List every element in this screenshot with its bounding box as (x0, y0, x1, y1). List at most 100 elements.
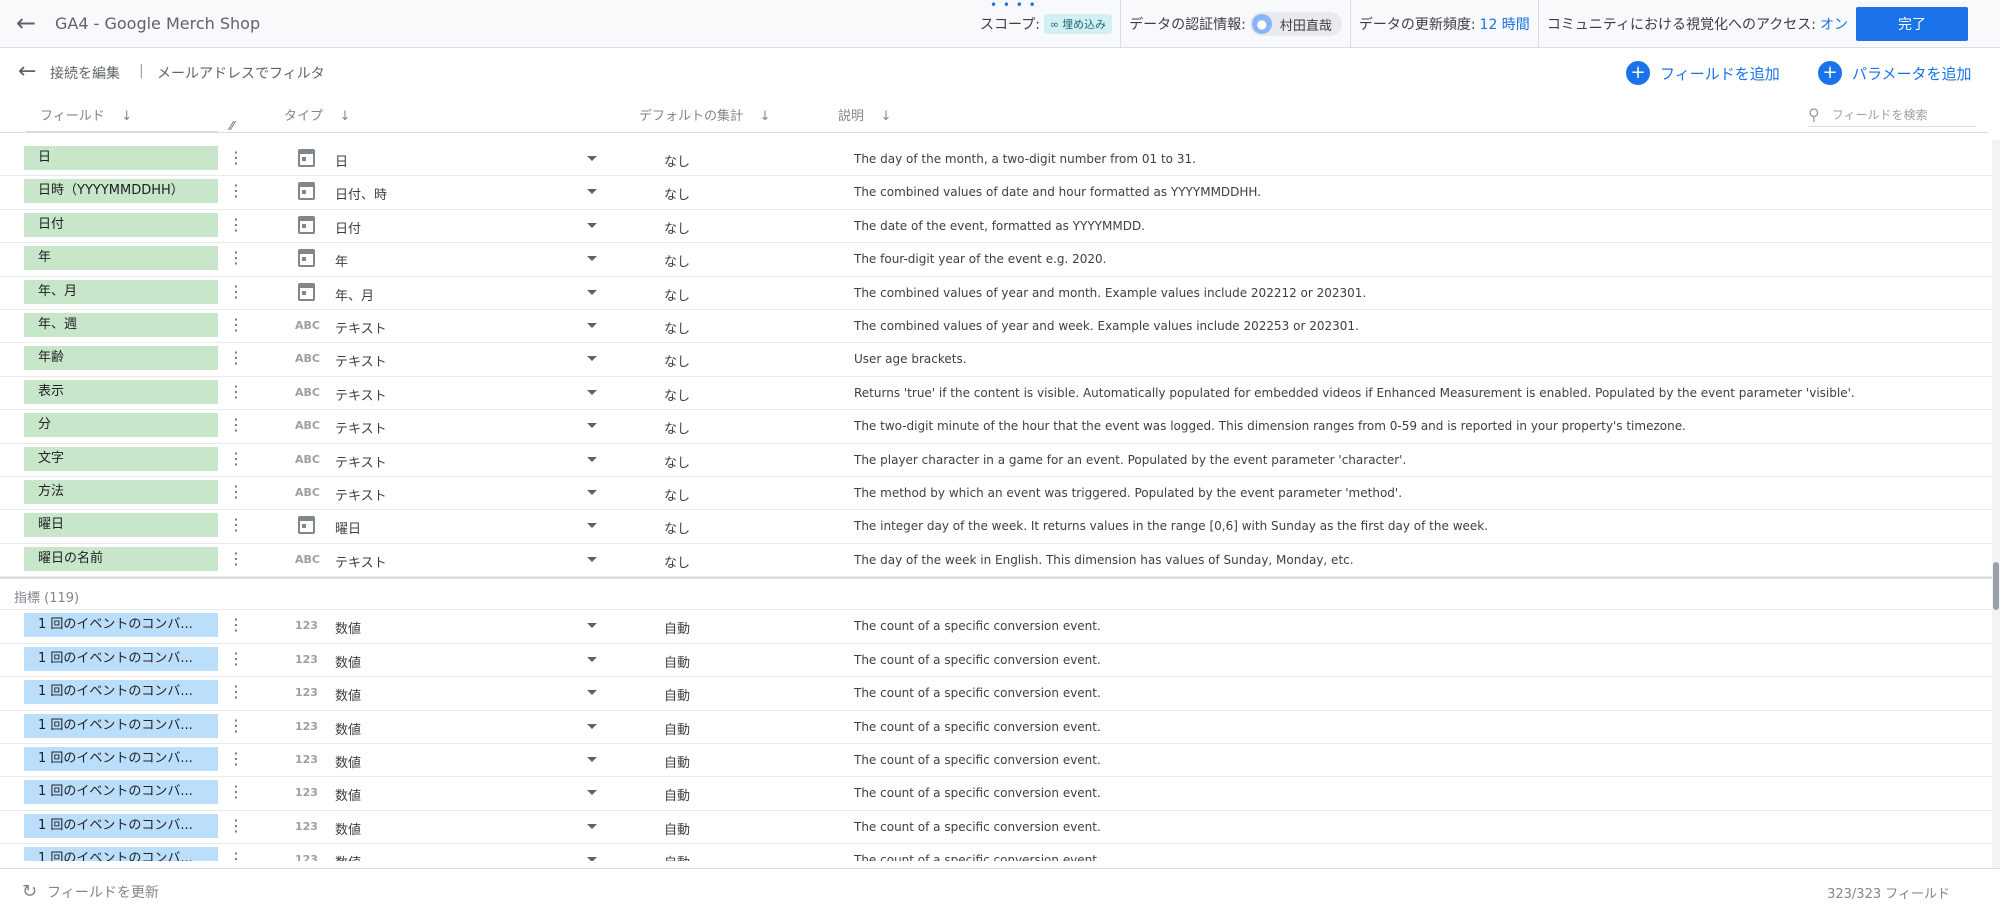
more-vert-icon[interactable]: ⋮ (228, 549, 244, 569)
dropdown-arrow-icon[interactable] (587, 256, 597, 262)
field-description[interactable]: The count of a specific conversion event… (854, 820, 1101, 834)
dropdown-arrow-icon[interactable] (587, 857, 597, 861)
aggregation-value[interactable]: 自動 (664, 785, 690, 804)
aggregation-value[interactable]: なし (664, 452, 690, 471)
refresh-frequency-link[interactable]: 12 時間 (1480, 14, 1530, 34)
column-resize-icon[interactable]: ⁄⁄ (230, 119, 234, 133)
field-name-chip[interactable]: 1 回のイベントのコンバ... (24, 813, 218, 838)
more-vert-icon[interactable]: ⋮ (228, 248, 244, 268)
sort-arrow-icon[interactable]: ↓ (881, 109, 892, 124)
field-type-select[interactable]: 数値 (335, 752, 361, 771)
column-header-type[interactable]: タイプ ↓ (284, 105, 350, 124)
dropdown-arrow-icon[interactable] (587, 189, 597, 195)
field-type-select[interactable]: テキスト (335, 552, 387, 571)
field-description[interactable]: The combined values of year and week. Ex… (854, 319, 1359, 333)
more-vert-icon[interactable]: ⋮ (228, 749, 244, 769)
more-vert-icon[interactable]: ⋮ (228, 782, 244, 802)
more-vert-icon[interactable]: ⋮ (228, 849, 244, 861)
field-description[interactable]: The method by which an event was trigger… (854, 486, 1402, 500)
field-description[interactable]: The two-digit minute of the hour that th… (854, 419, 1686, 433)
more-vert-icon[interactable]: ⋮ (228, 282, 244, 302)
field-name-chip[interactable]: 曜日の名前 (24, 546, 218, 571)
more-vert-icon[interactable]: ⋮ (228, 148, 244, 168)
field-type-select[interactable]: 年、月 (335, 285, 374, 304)
field-name-chip[interactable]: 1 回のイベントのコンバ... (24, 847, 218, 861)
field-name-chip[interactable]: 日付 (24, 212, 218, 237)
field-name-chip[interactable]: 年、月 (24, 279, 218, 304)
field-type-select[interactable]: 曜日 (335, 518, 361, 537)
more-vert-icon[interactable]: ⋮ (228, 315, 244, 335)
dropdown-arrow-icon[interactable] (587, 322, 597, 328)
field-description[interactable]: The count of a specific conversion event… (854, 686, 1101, 700)
dropdown-arrow-icon[interactable] (587, 356, 597, 362)
dropdown-arrow-icon[interactable] (587, 656, 597, 662)
dropdown-arrow-icon[interactable] (587, 723, 597, 729)
field-name-chip[interactable]: 1 回のイベントのコンバ... (24, 747, 218, 772)
aggregation-value[interactable]: 自動 (664, 652, 690, 671)
more-vert-icon[interactable]: ⋮ (228, 415, 244, 435)
field-description[interactable]: Returns 'true' if the content is visible… (854, 386, 1855, 400)
field-description[interactable]: The date of the event, formatted as YYYY… (854, 219, 1145, 233)
sort-arrow-icon[interactable]: ↓ (340, 109, 351, 124)
scrollbar[interactable] (1992, 140, 2000, 868)
field-name-chip[interactable]: 1 回のイベントのコンバ... (24, 680, 218, 705)
field-description[interactable]: The four-digit year of the event e.g. 20… (854, 252, 1107, 266)
dropdown-arrow-icon[interactable] (587, 556, 597, 562)
field-name-chip[interactable]: 年 (24, 246, 218, 271)
field-type-select[interactable]: テキスト (335, 318, 387, 337)
field-name-chip[interactable]: 文字 (24, 446, 218, 471)
field-type-select[interactable]: 数値 (335, 719, 361, 738)
more-vert-icon[interactable]: ⋮ (228, 449, 244, 469)
field-name-chip[interactable]: 曜日 (24, 513, 218, 538)
more-vert-icon[interactable]: ⋮ (228, 682, 244, 702)
more-vert-icon[interactable]: ⋮ (228, 716, 244, 736)
sort-arrow-icon[interactable]: ↓ (121, 109, 132, 124)
field-type-select[interactable]: テキスト (335, 351, 387, 370)
back-arrow-icon[interactable]: ← (18, 59, 36, 84)
dropdown-arrow-icon[interactable] (587, 690, 597, 696)
dropdown-arrow-icon[interactable] (587, 156, 597, 161)
column-header-field[interactable]: フィールド ↓ (40, 105, 132, 124)
field-name-chip[interactable]: 1 回のイベントのコンバ... (24, 713, 218, 738)
field-type-select[interactable]: テキスト (335, 485, 387, 504)
aggregation-value[interactable]: なし (664, 251, 690, 270)
field-type-select[interactable]: テキスト (335, 418, 387, 437)
column-header-aggregation[interactable]: デフォルトの集計 ↓ (639, 105, 770, 124)
more-vert-icon[interactable]: ⋮ (228, 816, 244, 836)
dropdown-arrow-icon[interactable] (587, 523, 597, 529)
aggregation-value[interactable]: なし (664, 518, 690, 537)
dropdown-arrow-icon[interactable] (587, 757, 597, 763)
more-vert-icon[interactable]: ⋮ (228, 382, 244, 402)
more-vert-icon[interactable]: ⋮ (228, 348, 244, 368)
field-description[interactable]: The integer day of the week. It returns … (854, 519, 1488, 533)
dropdown-arrow-icon[interactable] (587, 423, 597, 429)
aggregation-value[interactable]: なし (664, 218, 690, 237)
sort-arrow-icon[interactable]: ↓ (760, 109, 771, 124)
field-type-select[interactable]: テキスト (335, 385, 387, 404)
aggregation-value[interactable]: 自動 (664, 719, 690, 738)
aggregation-value[interactable]: 自動 (664, 752, 690, 771)
scope-chip[interactable]: ∞ 埋め込み (1043, 14, 1113, 34)
edit-connection-link[interactable]: 接続を編集 (50, 63, 120, 83)
field-type-select[interactable]: 数値 (335, 819, 361, 838)
filter-by-email-link[interactable]: メールアドレスでフィルタ (157, 63, 325, 83)
field-type-select[interactable]: 年 (335, 251, 348, 270)
add-field-button[interactable]: + フィールドを追加 (1626, 61, 1780, 85)
field-name-chip[interactable]: 方法 (24, 479, 218, 504)
field-name-chip[interactable]: 1 回のイベントのコンバ... (24, 613, 218, 638)
field-type-select[interactable]: テキスト (335, 452, 387, 471)
dropdown-arrow-icon[interactable] (587, 489, 597, 495)
credentials-user-chip[interactable]: ● 村田直哉 (1249, 12, 1342, 36)
field-name-chip[interactable]: 1 回のイベントのコンバ... (24, 646, 218, 671)
aggregation-value[interactable]: なし (664, 385, 690, 404)
field-description[interactable]: The day of the month, a two-digit number… (854, 152, 1196, 166)
aggregation-value[interactable]: 自動 (664, 685, 690, 704)
field-description[interactable]: The count of a specific conversion event… (854, 786, 1101, 800)
aggregation-value[interactable]: なし (664, 318, 690, 337)
aggregation-value[interactable]: なし (664, 418, 690, 437)
field-type-select[interactable]: 数値 (335, 852, 361, 861)
add-parameter-button[interactable]: + パラメータを追加 (1818, 61, 1972, 85)
more-vert-icon[interactable]: ⋮ (228, 482, 244, 502)
scrollbar-thumb[interactable] (1993, 562, 1999, 610)
field-type-select[interactable]: 数値 (335, 685, 361, 704)
